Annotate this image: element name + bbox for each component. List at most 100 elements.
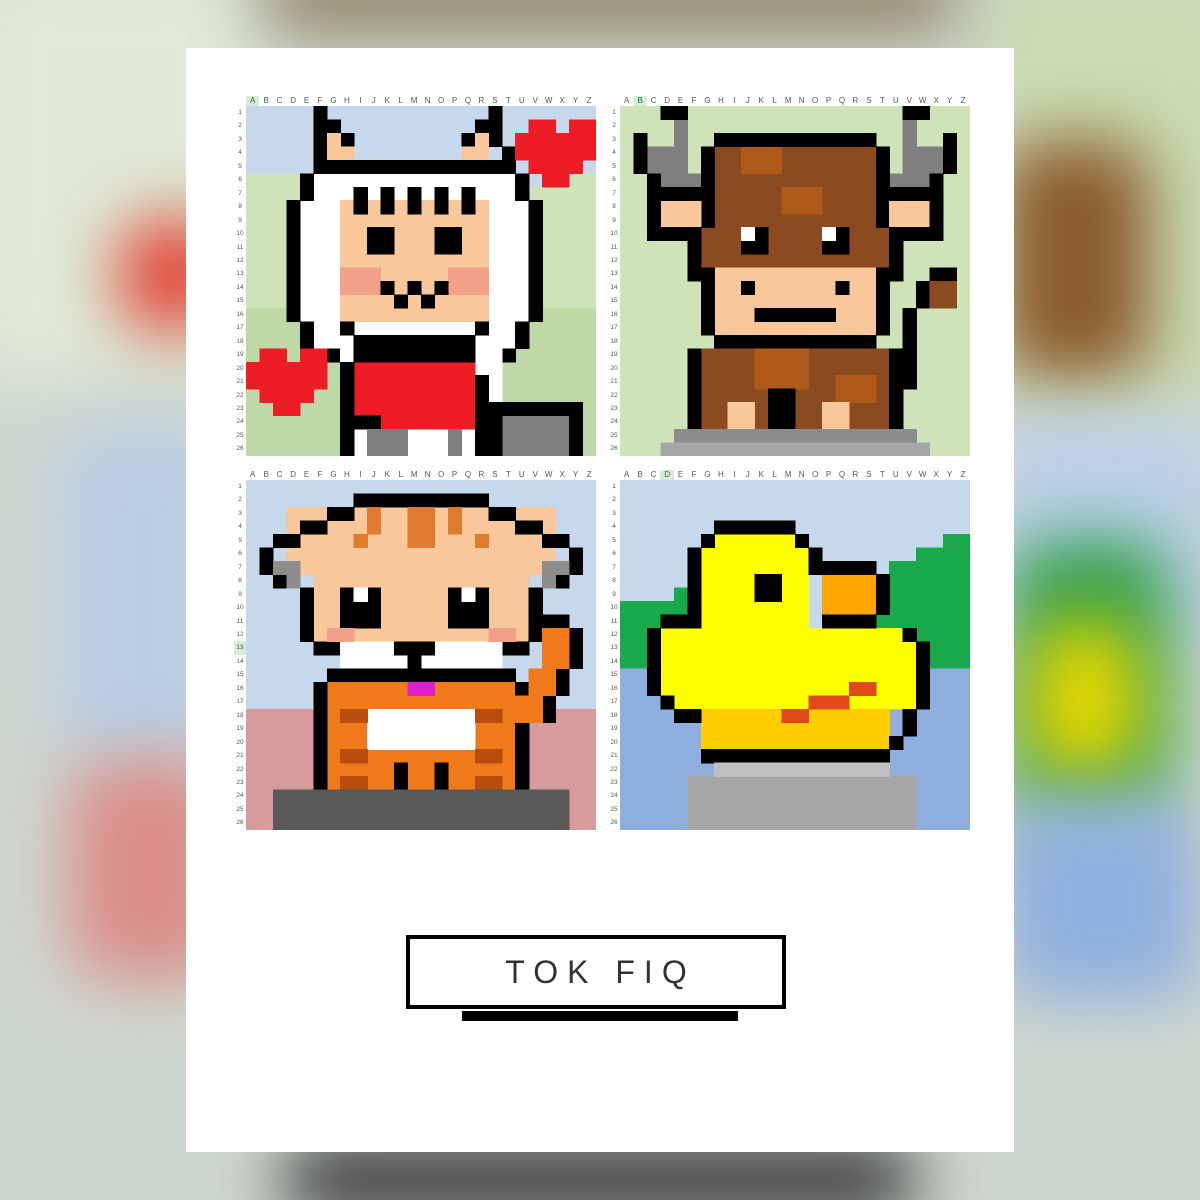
column-label[interactable]: E (300, 96, 313, 106)
column-label[interactable]: S (862, 470, 875, 480)
column-label[interactable]: B (259, 96, 272, 106)
column-label[interactable]: I (354, 470, 367, 480)
column-label[interactable]: F (687, 96, 700, 106)
column-label[interactable]: F (313, 96, 326, 106)
row-label[interactable]: 12 (234, 628, 246, 641)
column-label[interactable]: C (273, 470, 286, 480)
column-label[interactable]: H (714, 96, 727, 106)
row-label[interactable]: 25 (608, 803, 620, 816)
row-label[interactable]: 2 (608, 493, 620, 506)
row-label[interactable]: 1 (608, 480, 620, 493)
row-label[interactable]: 24 (608, 415, 620, 428)
column-label[interactable]: E (674, 96, 687, 106)
column-label[interactable]: T (502, 470, 515, 480)
row-label[interactable]: 12 (608, 254, 620, 267)
row-label[interactable]: 23 (608, 402, 620, 415)
row-label[interactable]: 10 (608, 601, 620, 614)
row-label[interactable]: 19 (608, 722, 620, 735)
row-label[interactable]: 7 (608, 187, 620, 200)
row-label[interactable]: 13 (234, 267, 246, 280)
column-label[interactable]: U (889, 470, 902, 480)
column-label[interactable]: R (475, 470, 488, 480)
row-label[interactable]: 22 (608, 389, 620, 402)
row-label[interactable]: 18 (234, 709, 246, 722)
column-label[interactable]: O (808, 96, 821, 106)
column-label[interactable]: N (795, 96, 808, 106)
row-label[interactable]: 5 (234, 534, 246, 547)
row-label[interactable]: 7 (608, 561, 620, 574)
row-label[interactable]: 26 (234, 816, 246, 829)
column-label[interactable]: D (286, 96, 299, 106)
row-label[interactable]: 8 (608, 200, 620, 213)
row-label[interactable]: 11 (608, 241, 620, 254)
row-label[interactable]: 12 (234, 254, 246, 267)
column-label[interactable]: K (755, 470, 768, 480)
row-label[interactable]: 24 (234, 789, 246, 802)
row-label[interactable]: 22 (608, 763, 620, 776)
row-label[interactable]: 15 (234, 294, 246, 307)
row-label[interactable]: 25 (234, 803, 246, 816)
row-label[interactable]: 11 (608, 615, 620, 628)
column-label[interactable]: R (849, 470, 862, 480)
column-label[interactable]: G (327, 96, 340, 106)
column-label[interactable]: L (394, 470, 407, 480)
row-label[interactable]: 25 (608, 429, 620, 442)
row-label[interactable]: 2 (234, 493, 246, 506)
column-label[interactable]: G (701, 96, 714, 106)
column-label[interactable]: R (475, 96, 488, 106)
column-label[interactable]: N (795, 470, 808, 480)
column-label[interactable]: J (741, 96, 754, 106)
column-label[interactable]: M (407, 470, 420, 480)
column-label[interactable]: D (660, 470, 674, 480)
column-label[interactable]: F (313, 470, 326, 480)
row-label[interactable]: 10 (234, 227, 246, 240)
column-label[interactable]: X (929, 96, 942, 106)
column-label[interactable]: S (488, 470, 501, 480)
row-label[interactable]: 24 (608, 789, 620, 802)
column-label[interactable]: M (407, 96, 420, 106)
row-label[interactable]: 17 (234, 321, 246, 334)
row-label[interactable]: 18 (608, 709, 620, 722)
column-label[interactable]: Q (461, 96, 474, 106)
column-label[interactable]: A (620, 96, 633, 106)
column-label[interactable]: A (620, 470, 633, 480)
column-label[interactable]: Y (569, 96, 582, 106)
column-label[interactable]: O (434, 96, 447, 106)
row-label[interactable]: 6 (608, 173, 620, 186)
column-label[interactable]: O (808, 470, 821, 480)
column-label[interactable]: A (246, 96, 260, 106)
column-label[interactable]: E (300, 470, 313, 480)
column-label[interactable]: L (768, 96, 781, 106)
column-label[interactable]: Q (461, 470, 474, 480)
row-label[interactable]: 13 (608, 641, 620, 654)
row-label[interactable]: 26 (608, 442, 620, 455)
row-label[interactable]: 26 (608, 816, 620, 829)
column-label[interactable]: Q (835, 96, 848, 106)
column-label[interactable]: Y (943, 96, 956, 106)
row-label[interactable]: 9 (234, 214, 246, 227)
row-label[interactable]: 19 (608, 348, 620, 361)
row-label[interactable]: 4 (608, 520, 620, 533)
row-label[interactable]: 19 (234, 348, 246, 361)
column-label[interactable]: X (555, 470, 568, 480)
row-label[interactable]: 3 (608, 507, 620, 520)
column-label[interactable]: Y (943, 470, 956, 480)
row-label[interactable]: 10 (608, 227, 620, 240)
column-label[interactable]: T (876, 470, 889, 480)
column-label[interactable]: X (555, 96, 568, 106)
row-label[interactable]: 8 (234, 200, 246, 213)
row-label[interactable]: 8 (234, 574, 246, 587)
row-label[interactable]: 14 (608, 655, 620, 668)
row-label[interactable]: 4 (234, 520, 246, 533)
column-label[interactable]: N (421, 470, 434, 480)
row-label[interactable]: 21 (234, 375, 246, 388)
column-label[interactable]: N (421, 96, 434, 106)
row-label[interactable]: 17 (234, 695, 246, 708)
row-label[interactable]: 11 (234, 615, 246, 628)
column-label[interactable]: H (340, 96, 353, 106)
column-label[interactable]: D (660, 96, 673, 106)
column-label[interactable]: Y (569, 470, 582, 480)
column-label[interactable]: Z (956, 96, 969, 106)
row-label[interactable]: 7 (234, 187, 246, 200)
column-label[interactable]: V (529, 470, 542, 480)
